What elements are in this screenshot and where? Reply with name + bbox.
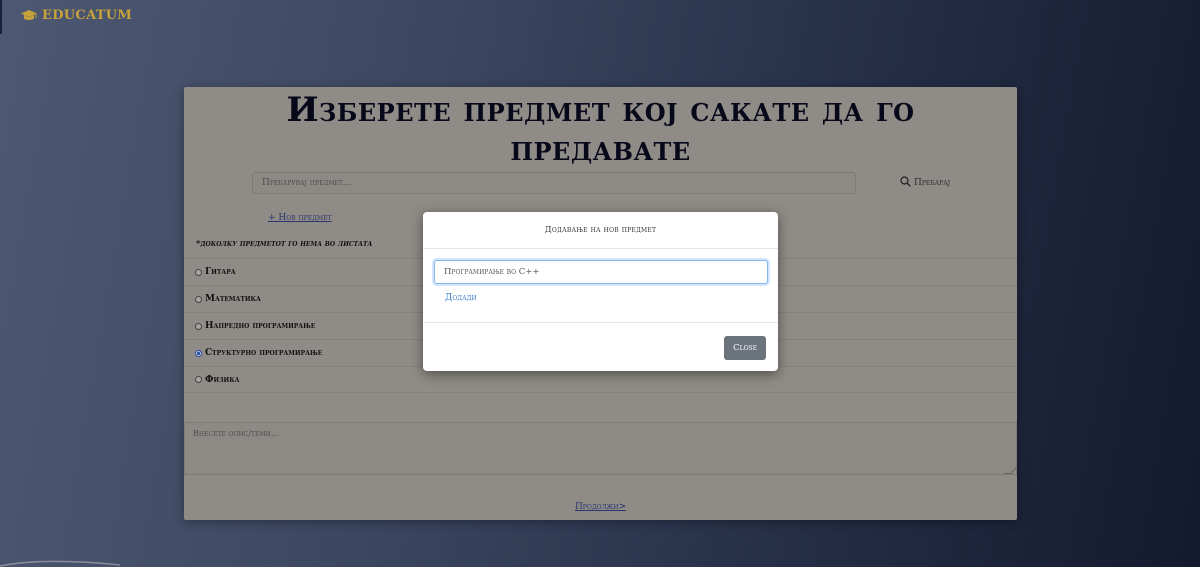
brand-name: EDUCATUM: [42, 8, 133, 23]
subject-label: Гитара: [205, 267, 236, 277]
close-button[interactable]: Close: [724, 336, 766, 360]
subject-label: Физика: [205, 374, 240, 385]
brand-logo[interactable]: EDUCATUM: [20, 8, 132, 23]
modal-footer: Close: [423, 322, 778, 371]
subject-label: Структурно програмирање: [205, 348, 323, 358]
new-subject-input[interactable]: [434, 260, 768, 284]
left-edge-divider: [0, 0, 2, 34]
search-button-label: Пребарај: [914, 178, 951, 188]
subject-label: Напредно програмирање: [205, 321, 316, 331]
radio-button-selected[interactable]: [195, 349, 202, 357]
subject-search-input[interactable]: [252, 172, 856, 194]
radio-button[interactable]: [195, 376, 202, 383]
description-textarea[interactable]: [184, 422, 1017, 475]
new-subject-link[interactable]: + Нов предмет: [268, 213, 332, 223]
missing-subject-note: *доколку предметот го нема во листата: [196, 238, 373, 248]
subject-label: Математика: [205, 294, 261, 304]
modal-title: Додавање на нов предмет: [423, 212, 778, 249]
page-title: Изберете предмет кој сакате да го предав…: [286, 90, 915, 169]
radio-button[interactable]: [195, 322, 202, 330]
search-button[interactable]: Пребарај: [900, 176, 950, 190]
add-subject-modal: Додавање на нов предмет Додади Close: [423, 212, 778, 371]
radio-button[interactable]: [195, 268, 202, 276]
decorative-curve: [0, 560, 120, 567]
graduation-cap-icon: [20, 9, 38, 22]
continue-link[interactable]: Продолжи>: [184, 502, 1017, 512]
radio-button[interactable]: [195, 295, 202, 303]
add-subject-button[interactable]: Додади: [445, 293, 477, 303]
magnifier-icon: [900, 176, 911, 190]
